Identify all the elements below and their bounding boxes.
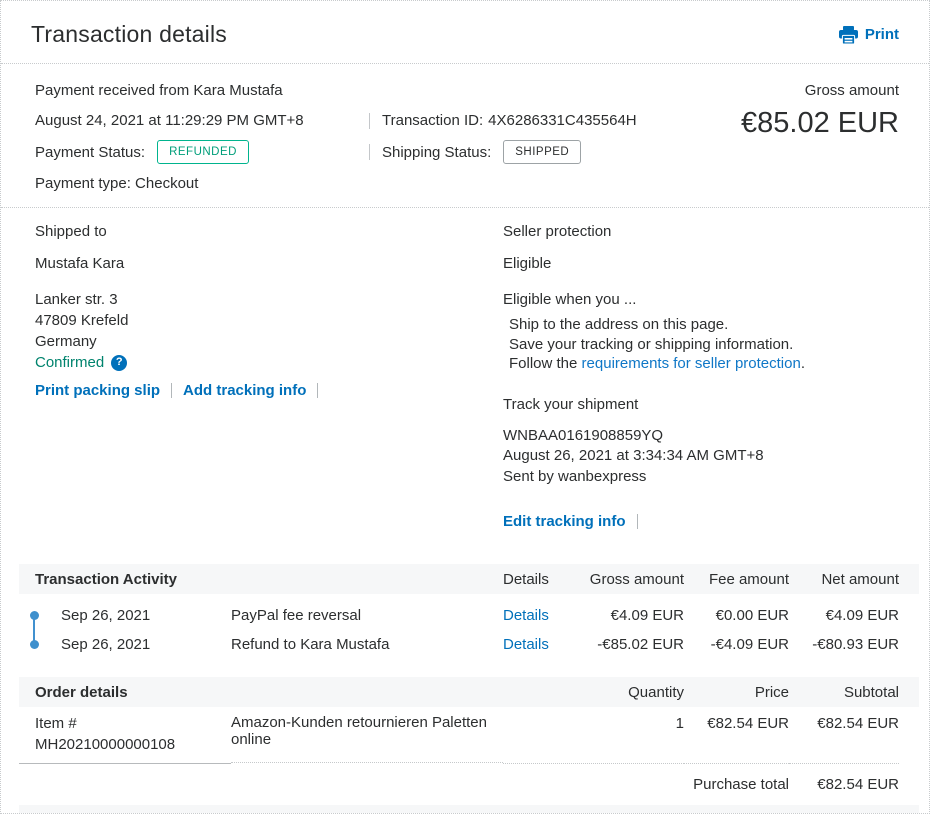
seller-protection-section: Seller protection Eligible Eligible when… [503, 221, 899, 530]
vertical-divider [369, 144, 370, 160]
tracking-info: WNBAA0161908859YQ August 26, 2021 at 3:3… [503, 426, 899, 488]
condition-item: Ship to the address on this page. [509, 316, 729, 333]
column-header-subtotal: Subtotal [843, 683, 899, 701]
link-divider [317, 383, 319, 398]
activity-details-link[interactable]: Details [503, 607, 561, 624]
recipient-name: Mustafa Kara [35, 255, 125, 272]
activity-description: PayPal fee reversal [231, 607, 362, 624]
payment-status-label: Payment Status: [35, 143, 146, 161]
printer-icon [838, 25, 858, 44]
transaction-details-panel: Transaction details Print Payment receiv… [0, 0, 930, 814]
transaction-id-label: Transaction ID: [382, 112, 484, 129]
condition-item: Follow the requirements for seller prote… [509, 354, 899, 374]
transaction-activity-title: Transaction Activity [35, 570, 177, 588]
purchase-total-label: Purchase total [693, 776, 789, 793]
purchase-total-row: Purchase total €82.54 EUR [19, 764, 919, 793]
seller-protection-title: Seller protection [503, 223, 612, 240]
purchase-total-value: €82.54 EUR [817, 776, 899, 793]
timeline-dot-icon [30, 640, 39, 649]
transaction-id-value: 4X6286331C435564H [488, 112, 637, 129]
address-line: Germany [35, 333, 97, 350]
gross-amount-value: €85.02 EUR [741, 107, 899, 139]
item-price: €82.54 EUR [684, 707, 789, 764]
condition-item: Save your tracking or shipping informati… [509, 335, 794, 353]
print-button[interactable]: Print [838, 25, 899, 44]
item-number: MH20210000000108 [35, 736, 176, 753]
activity-row: Sep 26, 2021 PayPal fee reversal Details… [19, 601, 919, 630]
page-header: Transaction details Print [1, 1, 929, 64]
payment-date: August 24, 2021 at 11:29:29 PM GMT+8 [35, 112, 304, 129]
details-columns: Shipped to Mustafa Kara Lanker str. 3 47… [1, 207, 929, 554]
activity-date: Sep 26, 2021 [61, 636, 151, 653]
activity-fee-amount: -€4.09 EUR [710, 636, 789, 653]
print-packing-slip-link[interactable]: Print packing slip [35, 382, 160, 399]
column-header-quantity: Quantity [628, 683, 684, 701]
item-number-cell: Item # MH20210000000108 [19, 707, 231, 764]
next-section-bar [19, 805, 919, 813]
shipped-to-section: Shipped to Mustafa Kara Lanker str. 3 47… [35, 221, 503, 530]
condition-text: . [800, 355, 805, 372]
vertical-divider [369, 112, 370, 129]
column-header-price: Price [754, 683, 789, 701]
add-tracking-info-link[interactable]: Add tracking info [183, 382, 306, 399]
activity-net-amount: -€80.93 EUR [812, 636, 899, 653]
payment-summary-section: Payment received from Kara Mustafa Augus… [1, 64, 929, 207]
column-header-fee: Fee amount [708, 570, 789, 588]
address-line: Lanker str. 3 [35, 291, 118, 308]
payment-type: Payment type: Checkout [35, 175, 199, 192]
activity-date: Sep 26, 2021 [61, 607, 151, 624]
order-details-title: Order details [35, 683, 128, 701]
activity-net-amount: €4.09 EUR [825, 607, 899, 624]
condition-text: Follow the [509, 355, 582, 372]
activity-fee-amount: €0.00 EUR [715, 607, 789, 624]
activity-gross-amount: €4.09 EUR [610, 607, 684, 624]
transaction-activity-table: Transaction Activity Details Gross amoun… [19, 564, 919, 667]
activity-gross-amount: -€85.02 EUR [597, 636, 684, 653]
column-header-details: Details [503, 570, 549, 588]
item-label: Item # [35, 715, 77, 732]
address-line: 47809 Krefeld [35, 312, 129, 329]
tracking-carrier: Sent by wanbexpress [503, 467, 647, 485]
gross-amount-label: Gross amount [804, 82, 899, 99]
address-confirmed-label: Confirmed [35, 354, 105, 371]
order-details-header: Order details Quantity Price Subtotal [19, 677, 919, 707]
shipping-status-badge: SHIPPED [503, 140, 582, 164]
column-header-net: Net amount [821, 570, 899, 588]
item-name: Amazon-Kunden retournieren Paletten onli… [231, 708, 503, 763]
edit-tracking-info-link[interactable]: Edit tracking info [503, 513, 626, 530]
payment-received-from: Payment received from Kara Mustafa [35, 82, 283, 99]
seller-protection-conditions: Ship to the address on this page. Save y… [503, 315, 899, 374]
item-subtotal: €82.54 EUR [789, 707, 899, 764]
seller-protection-status: Eligible [503, 255, 552, 272]
activity-row: Sep 26, 2021 Refund to Kara Mustafa Deta… [19, 630, 919, 659]
activity-description: Refund to Kara Mustafa [231, 636, 390, 653]
help-icon[interactable]: ? [111, 354, 128, 371]
item-quantity: 1 [503, 707, 684, 764]
order-item-row: Item # MH20210000000108 Amazon-Kunden re… [19, 707, 919, 764]
page-title: Transaction details [31, 21, 227, 47]
order-details-table: Order details Quantity Price Subtotal It… [19, 677, 919, 793]
payment-status-badge: REFUNDED [157, 140, 249, 164]
gross-amount-block: Gross amount €85.02 EUR [741, 80, 899, 194]
transaction-activity-rows: Sep 26, 2021 PayPal fee reversal Details… [19, 594, 919, 667]
timeline-dot-icon [30, 611, 39, 620]
tracking-date: August 26, 2021 at 3:34:34 AM GMT+8 [503, 447, 764, 464]
payment-summary-left: Payment received from Kara Mustafa Augus… [35, 80, 637, 194]
activity-details-link[interactable]: Details [503, 636, 561, 653]
transaction-activity-header: Transaction Activity Details Gross amoun… [19, 564, 919, 594]
column-header-gross: Gross amount [589, 570, 684, 588]
shipping-status-label: Shipping Status: [382, 143, 492, 161]
print-button-label: Print [864, 26, 899, 43]
shipped-to-title: Shipped to [35, 223, 107, 240]
seller-protection-requirements-link[interactable]: requirements for seller protection [582, 355, 801, 372]
link-divider [636, 514, 638, 529]
link-divider [171, 383, 173, 398]
track-shipment-title: Track your shipment [503, 395, 639, 413]
tracking-number: WNBAA0161908859YQ [503, 426, 664, 444]
seller-protection-subtitle: Eligible when you ... [503, 291, 637, 308]
